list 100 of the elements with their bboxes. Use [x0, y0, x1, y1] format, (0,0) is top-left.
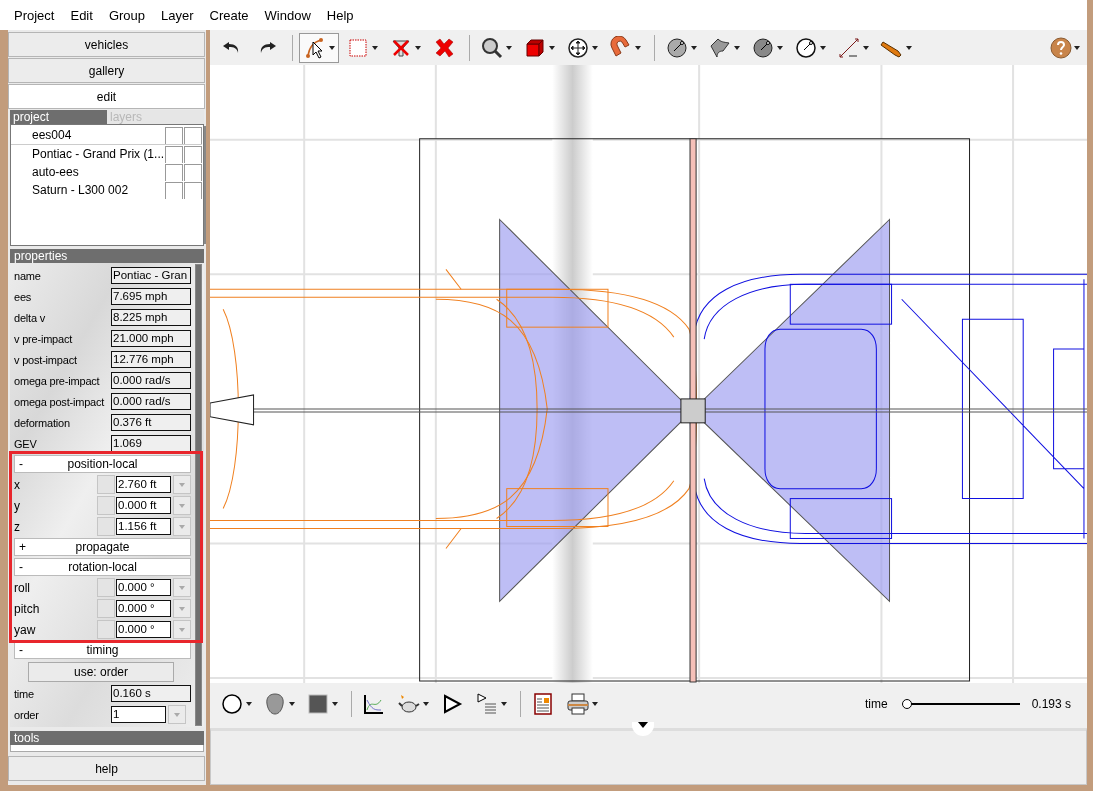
property-label: y: [14, 498, 21, 513]
property-label: order: [14, 708, 40, 721]
menu-item[interactable]: Layer: [153, 7, 202, 23]
collapse-handle[interactable]: [632, 722, 654, 736]
nav-button[interactable]: vehicles: [8, 32, 205, 57]
property-value: 8.225 mph: [111, 309, 191, 326]
circle-icon: [220, 692, 244, 716]
group-header[interactable]: - rotation-local: [14, 558, 191, 576]
property-label: ees: [14, 290, 33, 303]
checkbox[interactable]: [184, 145, 203, 163]
printer-icon: [566, 692, 590, 716]
caret-icon: [179, 585, 185, 590]
caret-icon: [592, 702, 598, 706]
group-header[interactable]: - position-local: [14, 455, 191, 473]
toggle-sign: +: [19, 540, 27, 554]
caret-icon: [246, 702, 252, 706]
input-field[interactable]: 1: [111, 706, 166, 723]
caret-icon: [592, 45, 598, 50]
property-label: omega post-impact: [14, 395, 106, 408]
checkbox[interactable]: [165, 163, 184, 181]
play-list-icon: [475, 692, 499, 716]
caret-icon: [777, 45, 783, 50]
property-label: pitch: [14, 601, 41, 616]
slider-thumb[interactable]: [901, 699, 912, 709]
checkbox[interactable]: [165, 126, 184, 144]
contact-block: [680, 398, 706, 424]
report-icon: [531, 692, 555, 716]
property-label: time: [14, 687, 35, 700]
property-label: x: [14, 477, 21, 492]
checkbox[interactable]: [165, 181, 184, 199]
property-value: 21.000 mph: [111, 330, 191, 347]
project-item[interactable]: Saturn - L300 002: [11, 183, 165, 197]
property-value: 0.000 rad/s: [111, 393, 191, 410]
checkbox[interactable]: [184, 163, 203, 181]
disk-icon: [751, 35, 775, 60]
link-toggle[interactable]: [97, 620, 115, 639]
checkbox[interactable]: [184, 126, 203, 144]
input-field[interactable]: 0.000 °: [116, 621, 171, 638]
circle-icon: [794, 35, 818, 60]
caret-icon: [423, 702, 429, 706]
group-title: rotation-local: [67, 560, 138, 574]
link-toggle[interactable]: [97, 517, 115, 536]
sphere-icon: [665, 35, 689, 60]
caret-icon: [329, 45, 335, 50]
caret-icon: [506, 45, 512, 50]
menu-item[interactable]: Help: [318, 7, 362, 23]
nav-button[interactable]: edit: [8, 84, 205, 109]
time-slider[interactable]: [901, 698, 1020, 710]
property-label: v pre-impact: [14, 332, 74, 345]
scrollbar[interactable]: [195, 264, 202, 726]
use-order-button[interactable]: use: order: [28, 662, 174, 682]
toggle-sign: -: [19, 560, 24, 574]
property-value: 12.776 mph: [111, 351, 191, 368]
toggle-sign: -: [19, 643, 24, 657]
property-label: delta v: [14, 311, 46, 324]
property-value: 0.160 s: [111, 685, 191, 702]
slider-label: time: [864, 697, 888, 711]
tool-button[interactable]: [299, 32, 339, 63]
teapot-icon: [397, 692, 421, 716]
property-label: z: [14, 519, 21, 534]
menu-item[interactable]: Create: [201, 7, 257, 23]
input-field[interactable]: 1.156 ft: [116, 518, 171, 535]
input-field[interactable]: 0.000 ft: [116, 497, 171, 514]
caret-icon: [1074, 45, 1080, 50]
link-toggle[interactable]: [97, 475, 115, 494]
panel-header: tools: [10, 731, 204, 745]
checkbox[interactable]: [165, 145, 184, 163]
property-label: v post-impact: [14, 353, 78, 366]
menu-item[interactable]: Edit: [62, 7, 101, 23]
move-icon: [566, 35, 590, 60]
checkbox[interactable]: [184, 181, 203, 199]
property-label: roll: [14, 580, 31, 595]
help-button[interactable]: help: [8, 756, 205, 781]
nav-button[interactable]: gallery: [8, 58, 205, 83]
group-title: position-local: [66, 457, 139, 471]
project-item[interactable]: Pontiac - Grand Prix (1...: [11, 147, 165, 161]
property-value: 0.376 ft: [111, 414, 191, 431]
scrollbar[interactable]: [204, 126, 207, 244]
link-toggle[interactable]: [97, 578, 115, 597]
menu-item[interactable]: Group: [100, 7, 153, 23]
project-item[interactable]: auto-ees: [11, 165, 165, 179]
caret-icon: [179, 606, 185, 611]
input-field[interactable]: 0.000 °: [116, 579, 171, 596]
property-value: 7.695 mph: [111, 288, 191, 305]
property-label: GEV: [14, 437, 38, 450]
link-toggle[interactable]: [97, 599, 115, 618]
group-header[interactable]: + propagate: [14, 538, 191, 556]
caret-icon: [332, 702, 338, 706]
caret-icon: [179, 524, 185, 529]
graph-icon: [362, 692, 386, 716]
menu-item[interactable]: Window: [256, 7, 319, 23]
input-field[interactable]: 2.760 ft: [116, 476, 171, 493]
project-item[interactable]: ees004: [11, 128, 165, 142]
caret-icon: [179, 482, 185, 487]
input-field[interactable]: 0.000 °: [116, 600, 171, 617]
caret-icon: [372, 45, 378, 50]
caret-icon: [179, 503, 185, 508]
link-toggle[interactable]: [97, 496, 115, 515]
property-value: Pontiac - Gran: [111, 267, 191, 284]
menu-item[interactable]: Project: [6, 7, 63, 23]
